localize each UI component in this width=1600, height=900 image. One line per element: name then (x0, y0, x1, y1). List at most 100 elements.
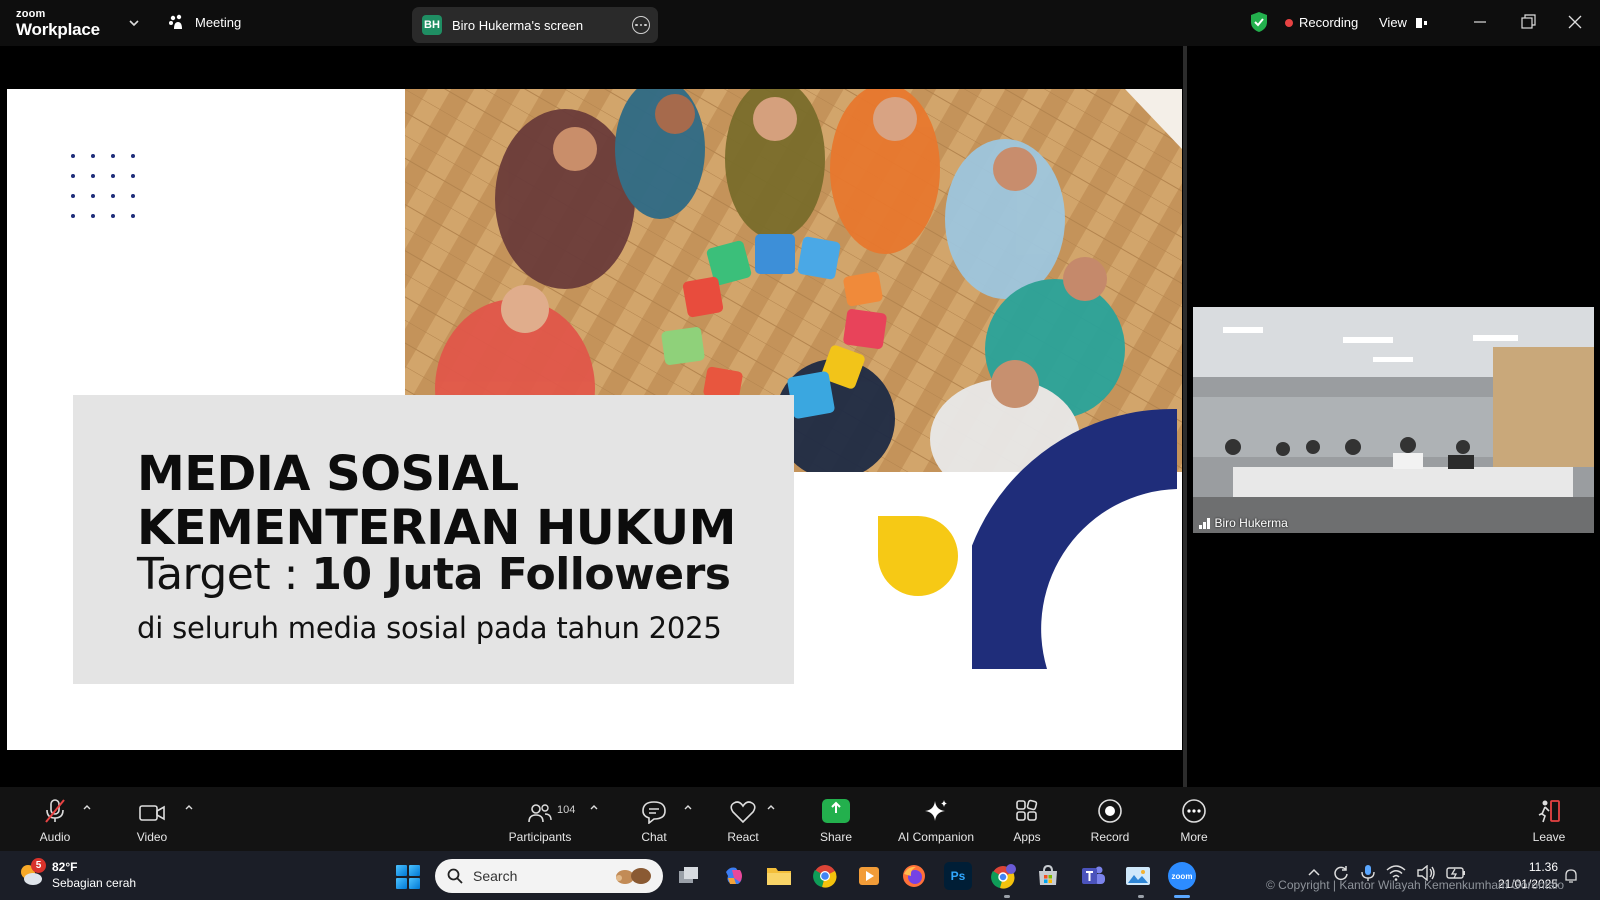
more-options-icon[interactable] (632, 16, 650, 34)
leave-icon (1538, 800, 1560, 823)
recording-indicator[interactable]: Recording (1285, 15, 1358, 30)
recording-dot-icon (1285, 18, 1293, 27)
muted-microphone-icon (45, 799, 65, 823)
close-icon[interactable] (1565, 12, 1585, 32)
conference-room-video (1193, 307, 1594, 533)
video-camera-icon (139, 805, 165, 821)
media-player-icon[interactable] (855, 862, 883, 890)
slide-title-line1: MEDIA SOSIAL (137, 446, 519, 502)
chat-button[interactable]: Chat (633, 787, 675, 851)
chat-icon (642, 801, 666, 824)
apps-icon (1016, 799, 1038, 821)
restore-icon[interactable] (1518, 12, 1538, 32)
video-button[interactable]: Video (130, 787, 174, 851)
title-bar: zoom Workplace Meeting BH Biro Hukerma's… (0, 0, 1600, 46)
chat-label: Chat (641, 830, 667, 844)
firefox-icon[interactable] (900, 862, 928, 890)
meeting-label: Meeting (195, 14, 242, 30)
record-label: Record (1090, 830, 1130, 844)
participants-options-caret-icon[interactable] (588, 801, 600, 813)
navy-arc-decoration (972, 408, 1177, 669)
recording-label: Recording (1299, 15, 1359, 30)
view-layout-icon (1415, 17, 1427, 28)
chrome-icon[interactable] (811, 862, 839, 890)
meeting-icon (169, 14, 182, 29)
ai-companion-button[interactable]: AI Companion (892, 787, 980, 851)
video-options-caret-icon[interactable] (183, 801, 195, 813)
apps-button[interactable]: Apps (1006, 787, 1048, 851)
slide-target: Target : 10 Juta Followers (137, 549, 731, 600)
slide-title-line2: KEMENTERIAN HUKUM (137, 500, 736, 556)
photoshop-icon[interactable]: Ps (944, 862, 972, 890)
sparkle-icon (925, 800, 947, 821)
brand-big-text: Workplace (16, 20, 100, 39)
ai-companion-label: AI Companion (897, 830, 975, 844)
target-prefix: Target : (137, 549, 312, 600)
screen-share-indicator[interactable]: BH Biro Hukerma's screen (412, 7, 658, 43)
meeting-menu[interactable]: Meeting (168, 14, 241, 30)
record-button[interactable]: Record (1086, 787, 1134, 851)
audio-button[interactable]: Audio (34, 787, 76, 851)
react-label: React (727, 830, 759, 844)
more-icon (1182, 799, 1206, 823)
chat-options-caret-icon[interactable] (682, 801, 694, 813)
participant-name-label: Biro Hukerma (1199, 516, 1288, 530)
slide-subtitle: di seluruh media sosial pada tahun 2025 (137, 611, 722, 645)
target-value: 10 Juta Followers (311, 549, 731, 600)
panel-divider[interactable] (1183, 46, 1187, 787)
audio-options-caret-icon[interactable] (81, 801, 93, 813)
share-screen-icon (822, 799, 850, 823)
signal-strength-icon (1199, 517, 1210, 529)
search-box[interactable]: Search (435, 859, 663, 893)
windows-taskbar: 5 82°F Sebagian cerah Search Ps zoom 11.… (0, 851, 1600, 900)
react-button[interactable]: React (721, 787, 765, 851)
participants-button[interactable]: Participants (502, 787, 578, 851)
active-app-indicator (1174, 895, 1190, 898)
brand-small-text: zoom (16, 8, 46, 20)
participants-count: 104 (557, 804, 576, 816)
meeting-toolbar: Audio Video Participants 104 Chat React (0, 787, 1600, 851)
screen-share-label: Biro Hukerma's screen (452, 17, 584, 33)
participant-name: Biro Hukerma (1214, 516, 1288, 530)
weather-icon: 5 (18, 858, 46, 888)
zoom-icon[interactable]: zoom (1168, 862, 1196, 890)
minimize-icon[interactable] (1470, 12, 1490, 32)
running-indicator (1004, 895, 1010, 898)
react-options-caret-icon[interactable] (765, 801, 777, 813)
chevron-down-icon[interactable] (127, 16, 141, 30)
search-placeholder: Search (473, 868, 518, 884)
copyright-watermark: © Copyright | Kantor Wilayah Kemenkumham… (1266, 878, 1565, 892)
zoom-workplace-logo[interactable]: zoom Workplace (16, 8, 100, 39)
chrome-profile-icon[interactable] (990, 862, 1018, 890)
weather-widget[interactable]: 5 82°F Sebagian cerah (18, 858, 137, 891)
task-view-icon[interactable] (675, 862, 703, 890)
store-icon[interactable] (1034, 862, 1062, 890)
encryption-shield-icon[interactable] (1249, 11, 1269, 33)
dot-grid-decoration (71, 154, 135, 218)
view-button[interactable]: View (1379, 15, 1429, 30)
share-label: Share (819, 830, 853, 844)
leave-button[interactable]: Leave (1530, 787, 1568, 851)
temperature: 82°F (52, 860, 78, 874)
more-button[interactable]: More (1174, 787, 1214, 851)
share-button[interactable]: Share (812, 787, 860, 851)
file-explorer-icon[interactable] (765, 862, 793, 890)
participant-video-tile[interactable]: Biro Hukerma (1193, 307, 1594, 533)
start-icon[interactable] (396, 865, 420, 889)
weather-notification-badge: 5 (31, 858, 46, 873)
running-indicator (1138, 895, 1144, 898)
apps-label: Apps (1013, 830, 1041, 844)
participants-icon (528, 804, 552, 823)
weather-description: Sebagian cerah (52, 876, 137, 890)
shared-slide: MEDIA SOSIAL KEMENTERIAN HUKUM Target : … (7, 89, 1182, 750)
leave-label: Leave (1532, 830, 1566, 844)
teams-icon[interactable] (1079, 862, 1107, 890)
record-icon (1098, 799, 1122, 823)
slide-title: MEDIA SOSIAL KEMENTERIAN HUKUM (137, 447, 736, 555)
clock-time: 11.36 (1528, 860, 1558, 874)
notification-bell-icon[interactable] (1563, 868, 1579, 884)
more-label: More (1180, 830, 1208, 844)
copilot-icon[interactable] (720, 862, 748, 890)
participants-label: Participants (508, 830, 572, 844)
photos-icon[interactable] (1124, 862, 1152, 890)
